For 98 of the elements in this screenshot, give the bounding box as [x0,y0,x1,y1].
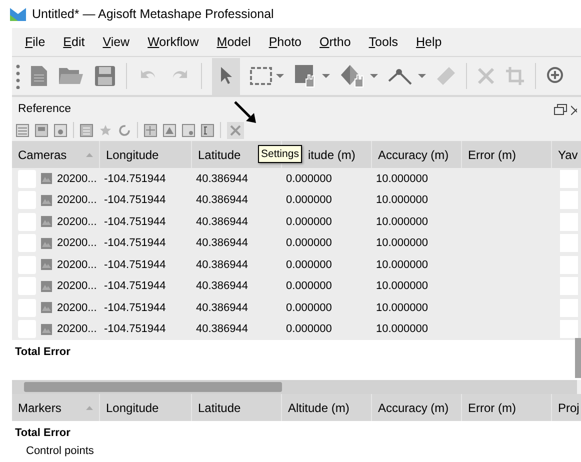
table-cell-text: 0.000000 [285,280,333,292]
window-title: Untitled* — Agisoft Metashape Professional [32,7,274,21]
table-cell-text: 40.386944 [195,237,249,250]
document-icon[interactable] [30,65,48,87]
table-cell-text: -104.751944 [103,237,167,250]
table-view-icon[interactable] [144,124,157,136]
sort-arrow-icon [86,406,93,410]
checkbox[interactable] [18,170,36,188]
caret-icon[interactable] [370,74,378,78]
refresh-icon[interactable] [118,124,131,136]
toolbar-grip[interactable] [16,63,20,89]
camera-name: 20200... [57,216,97,228]
text-view-icon[interactable] [201,124,214,136]
table-cell-text: 40.386944 [195,172,249,185]
table-cell-text: 10.000000 [375,280,429,292]
pointer-arrow [234,101,258,125]
image-icon [41,302,52,314]
folder-icon[interactable] [58,66,84,86]
table-cell-text: 0.000000 [285,194,333,206]
horizontal-scrollbar[interactable] [12,380,577,394]
table-cell-text: -104.751944 [103,280,167,292]
settings-icon[interactable] [229,124,242,136]
warning-view-icon[interactable] [163,124,176,136]
table-cell-text: 0.000000 [285,323,333,336]
table-cell [560,170,578,188]
panel-title: Reference [18,103,72,115]
camera-name: 20200... [57,237,97,250]
caret-icon[interactable] [418,74,426,78]
sort-arrow-icon [86,152,93,156]
table-cell-text: 40.386944 [195,216,249,228]
image-icon [41,216,52,228]
menu-item[interactable]: File [16,35,54,49]
menu-item[interactable]: Photo [260,35,311,49]
menu-item[interactable]: Help [406,35,451,49]
menu-item[interactable]: Ortho [310,35,360,49]
table-cell-text: 0.000000 [285,302,333,314]
undock-icon[interactable] [554,104,567,114]
camera-name: 20200... [57,258,97,271]
table-cell-text: -104.751944 [103,302,167,314]
rectangle-selection-icon[interactable] [250,66,272,86]
close-icon[interactable] [571,104,577,114]
table-cell [560,320,578,338]
table-cell-text: 10.000000 [375,302,429,314]
scrollbar-thumb[interactable] [24,382,282,392]
image-icon [41,238,52,249]
vertical-scrollbar[interactable] [575,338,581,378]
table-cell-text: -104.751944 [103,172,167,185]
total-error-label: Total Error [14,345,72,360]
camera-name: 20200... [57,323,97,336]
table-cell-text: 10.000000 [375,194,429,206]
cursor-icon [220,66,232,84]
tooltip: Settings [258,145,302,163]
table-cell-text: -104.751944 [103,216,167,228]
table-cell-text: 0.000000 [285,216,333,228]
table-cell-text: 40.386944 [195,280,249,292]
pointer-tool-button[interactable] [212,58,240,94]
table-cell-text: 10.000000 [375,216,429,228]
camera-icon[interactable] [54,124,67,136]
table-cell-text: 10.000000 [375,258,429,271]
zoom-in-icon[interactable] [546,66,566,86]
table-cell-text: 40.386944 [195,323,249,336]
camera-name: 20200... [57,302,97,314]
image-icon [41,173,52,184]
table-cell-text: 10.000000 [375,237,429,250]
app-logo-icon [10,8,26,20]
image-icon [41,194,52,206]
hand-shape-icon[interactable] [340,64,366,88]
table-cell-text: -104.751944 [103,258,167,271]
export-icon[interactable] [35,124,48,136]
table-cell-text: 0.000000 [285,237,333,250]
star-icon[interactable] [99,124,112,136]
calculator-icon[interactable] [80,124,93,136]
camera-name: 20200... [57,172,97,185]
table-cell-text: 10.000000 [375,172,429,185]
table-cell-text: 40.386944 [195,302,249,314]
image-icon [41,324,52,335]
table-cell-text: 10.000000 [375,323,429,336]
table-cell-text: 40.386944 [195,194,249,206]
image-icon [41,280,52,292]
camera-name: 20200... [57,280,97,292]
polyline-icon[interactable] [388,67,414,85]
caret-icon[interactable] [276,74,284,78]
image-icon [41,259,52,270]
menu-item[interactable]: Tools [360,35,407,49]
table-cell-text: -104.751944 [103,194,167,206]
menu-item[interactable]: Model [208,35,260,49]
camera-name: 20200... [57,194,97,206]
menu-item[interactable]: View [94,35,139,49]
menu-item[interactable]: Workflow [138,35,208,49]
caret-icon[interactable] [322,74,330,78]
group-label[interactable]: Control points [12,439,581,457]
import-icon[interactable] [16,124,29,136]
total-error-label: Total Error [14,426,72,439]
menu-item[interactable]: Edit [54,35,94,49]
table-cell-text: 40.386944 [195,258,249,271]
table-cell-text: -104.751944 [103,323,167,336]
table-cell-text: 0.000000 [285,172,333,185]
table-cell-text: 0.000000 [285,258,333,271]
